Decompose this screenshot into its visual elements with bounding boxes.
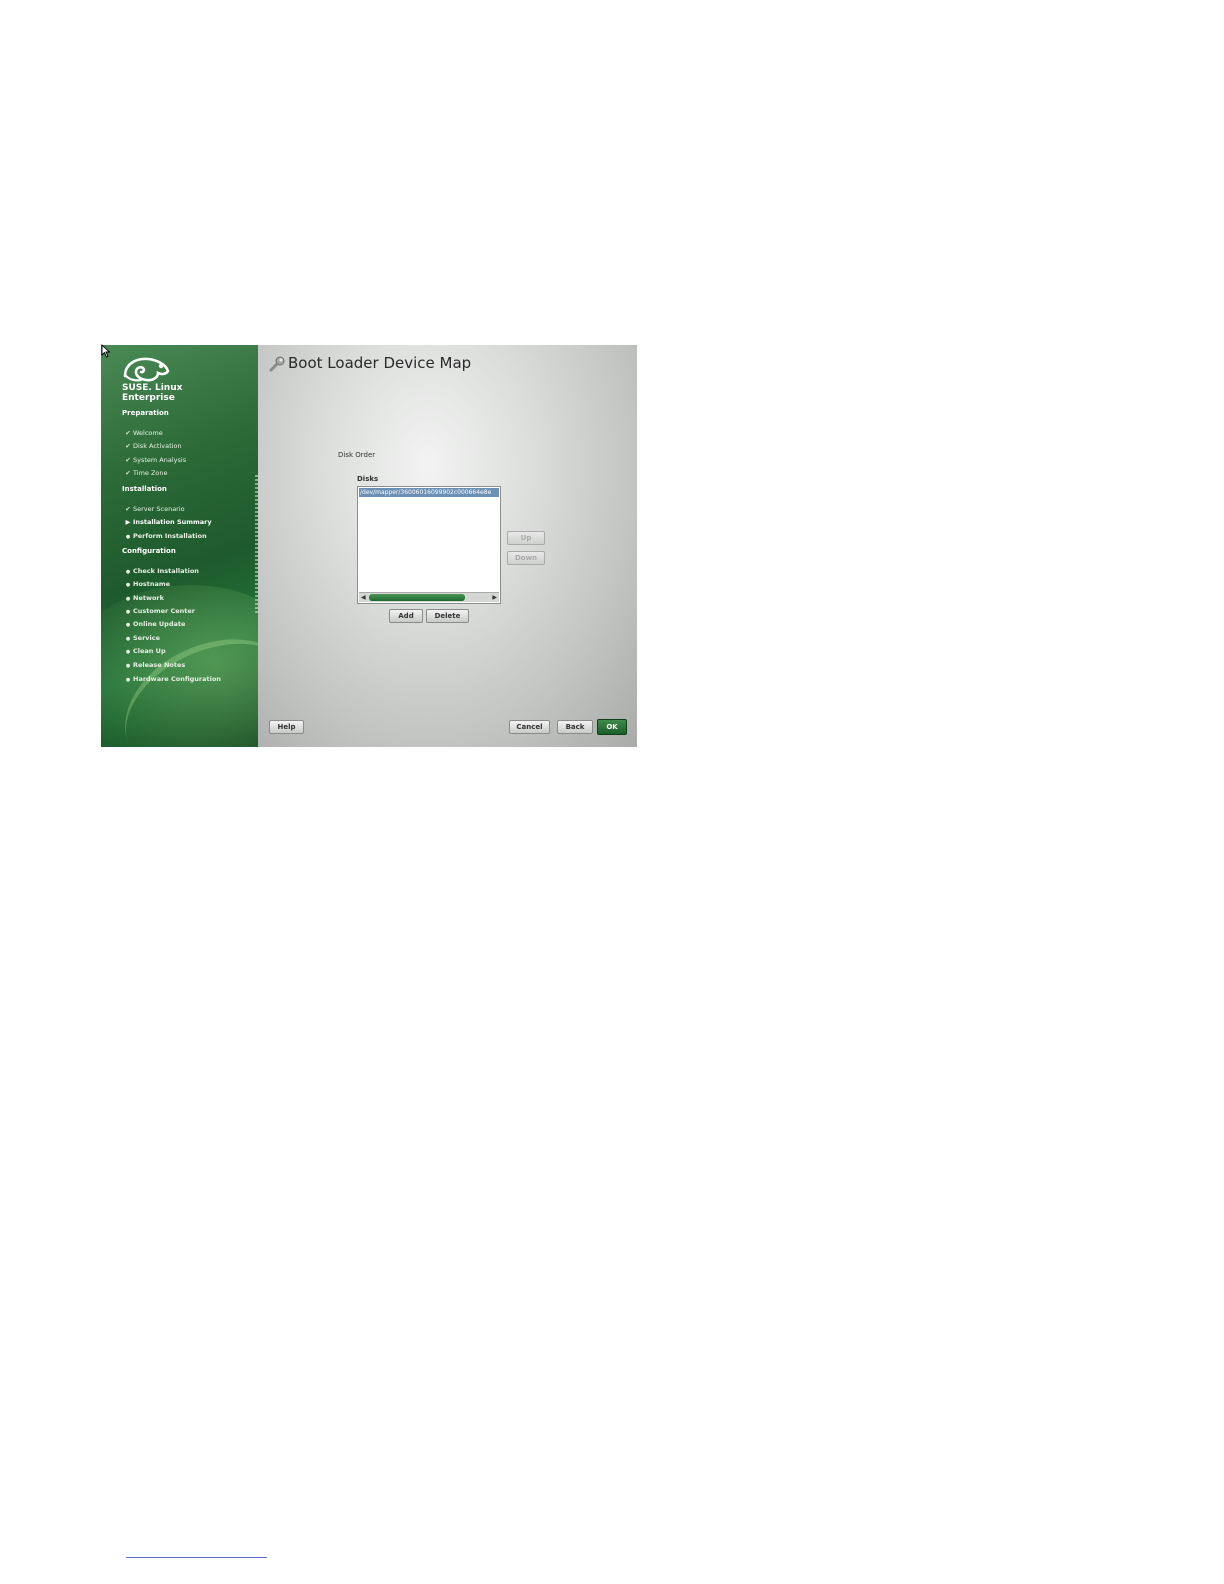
triangle-right-icon: ▶: [125, 518, 131, 526]
main-panel: Boot Loader Device Map Disk Order Disks …: [258, 345, 637, 747]
chameleon-logo-icon: [123, 357, 170, 382]
step-clean-up: ● Clean Up: [123, 647, 166, 657]
step-hostname: ● Hostname: [123, 580, 170, 590]
brand-name: SUSE. Linux Enterprise: [122, 383, 183, 403]
step-online-update: ● Online Update: [123, 620, 186, 630]
step-perform-installation: ● Perform Installation: [123, 532, 207, 542]
step-installation-summary: ▶ Installation Summary: [123, 518, 212, 527]
step-hardware-configuration: ● Hardware Configuration: [123, 675, 221, 685]
cancel-button[interactable]: Cancel: [509, 720, 550, 734]
bullet-icon: ●: [125, 596, 131, 602]
bullet-icon: ●: [125, 609, 131, 615]
scroll-left-icon[interactable]: ◀: [361, 593, 366, 602]
footnote-separator: [126, 1557, 267, 1558]
step-system-analysis: ✔ System Analysis: [123, 456, 186, 465]
scrollbar-thumb[interactable]: [369, 594, 465, 601]
mouse-pointer-icon: [101, 344, 111, 358]
disks-label: Disks: [357, 475, 379, 483]
step-time-zone: ✔ Time Zone: [123, 469, 167, 478]
disks-list[interactable]: /dev/mapper/36006016099902c000664e8e ◀ ▶: [357, 486, 501, 604]
page-title: Boot Loader Device Map: [288, 354, 472, 372]
section-installation: Installation: [122, 485, 167, 493]
bullet-icon: ●: [125, 649, 131, 655]
installer-sidebar: SUSE. Linux Enterprise Preparation ✔ Welc…: [101, 345, 258, 747]
bullet-icon: ●: [125, 663, 131, 669]
checkmark-icon: ✔: [125, 442, 131, 450]
bullet-icon: ●: [125, 534, 131, 540]
step-network: ● Network: [123, 594, 164, 604]
section-configuration: Configuration: [122, 547, 176, 555]
horizontal-scrollbar[interactable]: ◀ ▶: [359, 592, 499, 602]
back-button[interactable]: Back: [557, 720, 593, 734]
disk-order-label: Disk Order: [338, 451, 376, 459]
up-button[interactable]: Up: [507, 531, 545, 545]
step-check-installation: ● Check Installation: [123, 567, 199, 577]
step-service: ● Service: [123, 634, 160, 644]
checkmark-icon: ✔: [125, 429, 131, 437]
bullet-icon: ●: [125, 582, 131, 588]
step-release-notes: ● Release Notes: [123, 661, 185, 671]
bullet-icon: ●: [125, 622, 131, 628]
installer-screenshot: SUSE. Linux Enterprise Preparation ✔ Welc…: [101, 345, 637, 747]
checkmark-icon: ✔: [125, 505, 131, 513]
step-customer-center: ● Customer Center: [123, 607, 195, 617]
step-server-scenario: ✔ Server Scenario: [123, 505, 184, 514]
step-disk-activation: ✔ Disk Activation: [123, 442, 181, 451]
checkmark-icon: ✔: [125, 469, 131, 477]
scroll-right-icon[interactable]: ▶: [492, 593, 497, 602]
help-button[interactable]: Help: [269, 720, 304, 734]
bullet-icon: ●: [125, 569, 131, 575]
bullet-icon: ●: [125, 677, 131, 683]
section-preparation: Preparation: [122, 409, 169, 417]
wrench-icon: [269, 356, 285, 372]
step-welcome: ✔ Welcome: [123, 429, 162, 438]
ok-button[interactable]: OK: [597, 719, 627, 735]
down-button[interactable]: Down: [507, 551, 545, 565]
checkmark-icon: ✔: [125, 456, 131, 464]
delete-button[interactable]: Delete: [426, 609, 469, 623]
bullet-icon: ●: [125, 636, 131, 642]
add-button[interactable]: Add: [389, 609, 423, 623]
list-item[interactable]: /dev/mapper/36006016099902c000664e8e: [359, 488, 499, 497]
